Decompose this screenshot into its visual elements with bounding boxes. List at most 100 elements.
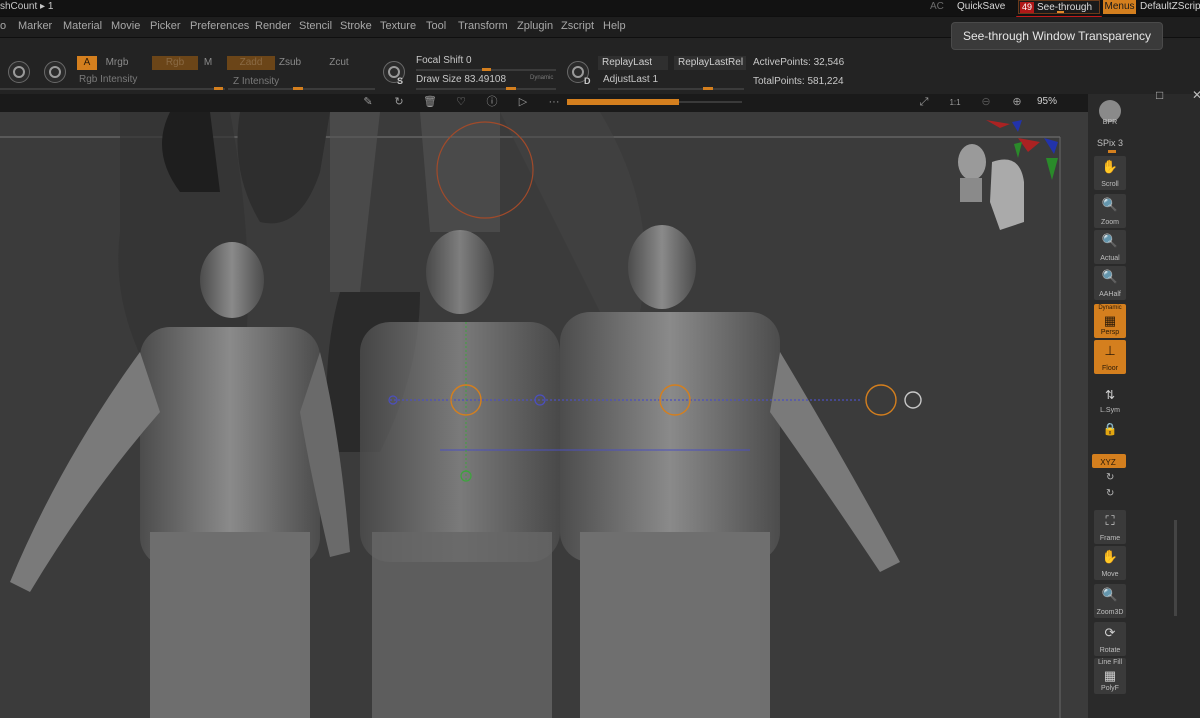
focal-shift-knob[interactable] xyxy=(482,68,491,71)
menu-item-zscript[interactable]: Zscript xyxy=(561,20,594,32)
zoom-in-icon[interactable]: ⊕ xyxy=(1010,96,1024,109)
xyz-button[interactable]: XYZ xyxy=(1092,454,1126,468)
edit-icon[interactable]: ✎ xyxy=(361,96,375,109)
see-through-slider[interactable]: 49 See-through xyxy=(1018,0,1100,14)
replay-last-button[interactable]: ReplayLast xyxy=(598,56,668,70)
menu-item-texture[interactable]: Texture xyxy=(380,20,416,32)
menu-item-movie[interactable]: Movie xyxy=(111,20,140,32)
menus-button[interactable]: Menus xyxy=(1103,0,1136,14)
xyz-label: XYZ xyxy=(1100,458,1116,467)
expand-icon[interactable]: ⤢ xyxy=(917,96,931,109)
gizmo-ring-3[interactable] xyxy=(865,384,897,416)
see-through-tooltip: See-through Window Transparency xyxy=(951,22,1163,50)
maximize-icon[interactable]: □ xyxy=(1156,88,1163,102)
adjust-last-slider[interactable] xyxy=(598,88,744,90)
rail-scrollbar[interactable] xyxy=(1174,520,1177,616)
focal-shift-label[interactable]: Focal Shift 0 xyxy=(416,55,472,66)
zoom-label: Zoom xyxy=(1101,219,1119,226)
menu-item-zplugin[interactable]: Zplugin xyxy=(517,20,553,32)
zoom-button[interactable]: 🔍 Zoom xyxy=(1094,194,1126,228)
actual-button[interactable]: 🔍 Actual xyxy=(1094,230,1126,264)
aahalf-button[interactable]: 🔍 AAHalf xyxy=(1094,266,1126,300)
scroll-button[interactable]: ✋ Scroll xyxy=(1094,156,1126,190)
ac-label[interactable]: AC xyxy=(930,1,944,12)
one-to-one-icon[interactable]: 1:1 xyxy=(948,96,962,109)
quicksave-button[interactable]: QuickSave xyxy=(957,1,1005,12)
rotate-z-icon[interactable]: ↻ xyxy=(1106,488,1114,499)
rgb-button[interactable]: Rgb xyxy=(152,56,198,70)
floor-button[interactable]: ⊥ Floor xyxy=(1094,340,1126,374)
lsym-button[interactable]: ⇅ L.Sym xyxy=(1094,386,1126,414)
z-intensity-knob[interactable] xyxy=(293,87,303,90)
info-icon[interactable]: ⓘ xyxy=(485,96,499,109)
replay-last-rel-button[interactable]: ReplayLastRel xyxy=(674,56,746,70)
frame-button[interactable]: ⛶ Frame xyxy=(1094,510,1126,544)
zoom3d-icon: 🔍 xyxy=(1101,587,1119,602)
rotate-label: Rotate xyxy=(1099,647,1121,654)
menu-item-material[interactable]: Material xyxy=(63,20,102,32)
aahalf-label: AAHalf xyxy=(1099,291,1121,298)
menu-item-transform[interactable]: Transform xyxy=(458,20,508,32)
bpr-label: BPR xyxy=(1102,119,1118,126)
rgb-intensity-slider[interactable] xyxy=(0,88,225,90)
symmetry-icon: ⇅ xyxy=(1104,388,1116,402)
sphere-brush-icon[interactable] xyxy=(8,61,30,83)
adjust-last-knob[interactable] xyxy=(703,87,713,90)
zsub-button[interactable]: Zsub xyxy=(276,56,304,70)
mrgb-button[interactable]: Mrgb xyxy=(102,56,132,70)
lsym-label: L.Sym xyxy=(1100,407,1120,414)
redo-icon[interactable]: ↻ xyxy=(392,96,406,109)
total-points-label: TotalPoints: 581,224 xyxy=(753,76,844,87)
floor-icon: ⊥ xyxy=(1104,343,1116,358)
move-button[interactable]: ✋ Move xyxy=(1094,546,1126,580)
menu-item-stencil[interactable]: Stencil xyxy=(299,20,332,32)
draw-size-knob[interactable] xyxy=(506,87,516,90)
default-zscript-button[interactable]: DefaultZScript xyxy=(1140,1,1200,12)
frame-icon: ⛶ xyxy=(1105,513,1115,528)
more-icon[interactable]: ··· xyxy=(547,96,561,109)
ghost-knee xyxy=(237,112,330,224)
rgb-intensity-knob[interactable] xyxy=(214,87,223,90)
menu-item-render[interactable]: Render xyxy=(255,20,291,32)
zadd-button[interactable]: Zadd xyxy=(227,56,275,70)
see-through-label: See-through xyxy=(1037,2,1093,13)
right-shelf: □ ✕ BPR SPix 3 ✋ Scroll 🔍 Zoom 🔍 Actual … xyxy=(1088,88,1200,718)
polyf-button[interactable]: Line Fill ▦ PolyF xyxy=(1094,658,1126,694)
rotate-icon: ⟳ xyxy=(1104,625,1116,640)
play-icon[interactable]: ▷ xyxy=(516,96,530,109)
menu-item-o[interactable]: o xyxy=(0,20,6,32)
rotate-y-icon[interactable]: ↻ xyxy=(1106,472,1114,483)
actual-magnify-icon: 🔍 xyxy=(1101,233,1119,248)
m-button[interactable]: M xyxy=(200,56,216,70)
document-canvas[interactable] xyxy=(0,112,1088,718)
bpr-button[interactable]: BPR xyxy=(1094,98,1126,128)
menu-item-preferences[interactable]: Preferences xyxy=(190,20,249,32)
lock-button[interactable]: 🔒 xyxy=(1094,420,1126,448)
menu-item-tool[interactable]: Tool xyxy=(426,20,446,32)
zoom3d-button[interactable]: 🔍 Zoom3D xyxy=(1094,584,1126,618)
menu-item-picker[interactable]: Picker xyxy=(150,20,181,32)
frame-label: Frame xyxy=(1099,535,1121,542)
heart-icon[interactable]: ♡ xyxy=(454,96,468,109)
undo-history-bar[interactable] xyxy=(567,99,679,105)
aahalf-magnify-icon: 🔍 xyxy=(1101,269,1119,284)
persp-label: Persp xyxy=(1100,329,1120,336)
zoom-out-icon[interactable]: ⊖ xyxy=(979,96,993,109)
persp-button[interactable]: Dynamic ▦ Persp xyxy=(1094,304,1126,338)
ghost-shin xyxy=(420,112,500,232)
a-button[interactable]: A xyxy=(77,56,97,70)
draw-size-label[interactable]: Draw Size 83.49108 xyxy=(416,74,506,85)
gizmo-end-circle[interactable] xyxy=(904,391,922,409)
draw-size-slider[interactable] xyxy=(416,88,556,90)
close-icon[interactable]: ✕ xyxy=(1192,88,1200,102)
menu-item-marker[interactable]: Marker xyxy=(18,20,52,32)
zcut-button[interactable]: Zcut xyxy=(326,56,352,70)
dynamic-toggle[interactable]: Dynamic xyxy=(530,75,553,81)
rotate-button[interactable]: ⟳ Rotate xyxy=(1094,622,1126,656)
menu-item-stroke[interactable]: Stroke xyxy=(340,20,372,32)
spix-slider[interactable]: SPix 3 xyxy=(1094,134,1126,153)
material-sphere-icon[interactable] xyxy=(44,61,66,83)
trash-icon[interactable]: 🗑 xyxy=(423,96,437,109)
adjust-last-label[interactable]: AdjustLast 1 xyxy=(603,74,658,85)
menu-item-help[interactable]: Help xyxy=(603,20,626,32)
